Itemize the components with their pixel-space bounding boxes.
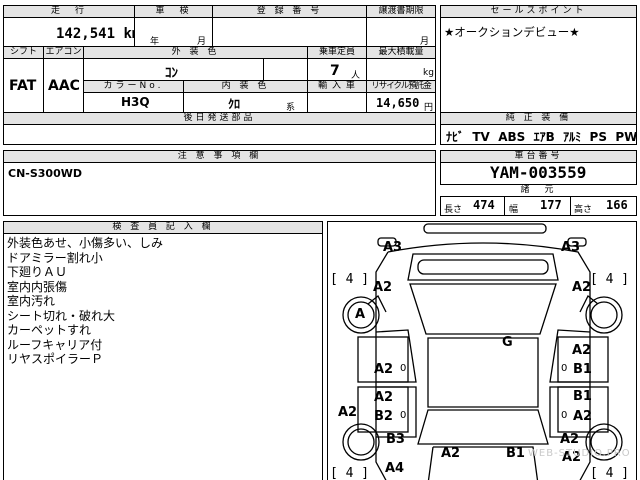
inspector-line: リヤスポイラーＰ xyxy=(7,352,104,366)
registration-header: 登 録 番 号 xyxy=(212,5,367,18)
inspector-line: 室内内張傷 xyxy=(7,279,68,294)
inspection-header: 車 検 xyxy=(134,5,213,18)
mark-right-front-door-a: A2 xyxy=(572,343,592,358)
inspector-header: 検 査 員 記 入 欄 xyxy=(3,221,323,234)
transfer-deadline-header: 譲渡書期限 xyxy=(366,5,436,18)
dims-header: 諸 元 xyxy=(440,184,637,197)
shift-value: FAT xyxy=(9,78,37,94)
mark-tire-fr: [ 4 ] xyxy=(590,272,630,287)
mark-left-rear-door-b: B2 xyxy=(374,409,393,424)
mark-left-rear-door-zero: 0 xyxy=(400,410,407,421)
shift-header: シフト xyxy=(3,46,44,59)
mark-left-front-door-zero: 0 xyxy=(400,363,407,374)
mark-right-front-door-b: B1 xyxy=(573,362,592,377)
equipment-item: PS xyxy=(589,130,607,144)
equipment-item: ﾅﾋﾞ xyxy=(446,130,465,144)
sales-point-text: ★オークションデビュー★ xyxy=(444,25,580,39)
length-value: 474 xyxy=(473,198,495,212)
equipment-header: 純 正 装 備 xyxy=(440,112,637,125)
mark-front-right-fender: A2 xyxy=(572,280,592,295)
inspector-line: 下廻りＡＵ xyxy=(7,265,68,279)
color-no-value: H3Q xyxy=(121,95,150,109)
inspector-line: ドアミラー割れ小 xyxy=(7,250,103,265)
mark-right-rear-door-a: A2 xyxy=(573,409,593,424)
equipment-item: ｴｱB xyxy=(533,130,555,144)
mark-rear-center: B1 xyxy=(506,446,525,461)
aircon-header: エアコン xyxy=(43,46,84,59)
aircon-value: AAC xyxy=(48,78,80,94)
height-label: 高さ xyxy=(574,205,593,215)
mark-right-rear-door-b: B1 xyxy=(573,389,592,404)
inspector-notes: 外装色あせ、小傷多い、しみ ドアミラー割れ小 下廻りＡＵ 室内内張傷 室内汚れ … xyxy=(7,236,163,367)
mark-tire-rl: [ 4 ] xyxy=(330,466,370,480)
mark-roof: G xyxy=(502,335,513,350)
exterior-color-header: 外 装 色 xyxy=(83,46,308,59)
chassis-number: YAM-003559 xyxy=(490,163,587,182)
inspector-line: シート切れ・破れ大 xyxy=(7,308,116,323)
mark-left-rear-fender: B3 xyxy=(386,432,405,447)
dims-row: 長さ 474 幅 177 高さ 166 xyxy=(440,197,637,216)
height-value: 166 xyxy=(606,198,628,212)
mark-front-right-corner: A3 xyxy=(561,240,581,255)
inspector-line: 外装色あせ、小傷多い、しみ xyxy=(7,236,164,250)
mark-rear-left-corner: A4 xyxy=(385,461,405,476)
exterior-color-value: ｺﾝ xyxy=(165,66,178,81)
notes-text: CN-S300WD xyxy=(8,167,82,180)
equipment-item: PW xyxy=(615,130,638,144)
mark-left-rear-door-a: A2 xyxy=(374,390,394,405)
mark-front-left-wheel: A xyxy=(355,307,366,322)
mark-right-front-door-zero: 0 xyxy=(561,363,568,374)
interior-color-value: ｸﾛ xyxy=(228,97,241,111)
inspector-line: カーペットすれ xyxy=(7,323,92,337)
interior-color-header: 内 装 色 xyxy=(183,80,308,93)
capacity-header: 乗車定員 xyxy=(307,46,367,59)
mark-right-rear-fender: A2 xyxy=(560,432,580,447)
mark-left-front-door: A2 xyxy=(374,362,394,377)
load-unit: kg xyxy=(423,68,434,78)
equipment-item: TV xyxy=(472,130,490,144)
inspector-line: ルーフキャリア付 xyxy=(7,337,103,352)
equipment-item: ABS xyxy=(498,130,526,144)
width-label: 幅 xyxy=(509,205,519,215)
chassis-header: 車台番号 xyxy=(440,150,637,163)
exterior-divider xyxy=(263,58,264,81)
mileage-header: 走 行 xyxy=(3,5,135,18)
mark-right-rear-door-zero: 0 xyxy=(561,410,568,421)
mark-tire-rr: [ 4 ] xyxy=(590,466,630,480)
width-value: 177 xyxy=(540,198,562,212)
mark-tire-fl: [ 4 ] xyxy=(330,272,370,287)
equipment-item: ｱﾙﾐ xyxy=(563,130,582,144)
mileage-value: 142,541 km xyxy=(56,26,141,42)
sales-point-header: セールスポイント xyxy=(440,5,637,18)
equipment-list: ﾅﾋﾞ TV ABS ｴｱB ｱﾙﾐ PS PW xyxy=(446,128,637,145)
later-parts-header: 後日発送部品 xyxy=(3,112,436,125)
mark-front-left-corner: A3 xyxy=(383,240,403,255)
recycle-header: リサイクル預託金 xyxy=(366,80,436,93)
mark-left-sill: A2 xyxy=(338,405,358,420)
import-header: 輸 入 車 xyxy=(307,80,367,93)
notes-header: 注 意 事 項 欄 xyxy=(3,150,436,163)
watermark: WEB-STUDIO.PRO xyxy=(528,448,631,459)
car-diagram-cell: A3 A3 [ 4 ] [ 4 ] A2 A2 A G A2 A2 0 0 B1… xyxy=(327,221,637,480)
inspector-line: 室内汚れ xyxy=(7,294,56,308)
recycle-value: 14,650 xyxy=(376,96,420,110)
color-no-header: カラーNo. xyxy=(83,80,184,93)
load-header: 最大積載量 xyxy=(366,46,436,59)
mark-rear-left: A2 xyxy=(441,446,461,461)
length-label: 長さ xyxy=(444,205,463,215)
mark-front-left-fender: A2 xyxy=(373,280,393,295)
capacity-value: 7 xyxy=(330,63,340,79)
